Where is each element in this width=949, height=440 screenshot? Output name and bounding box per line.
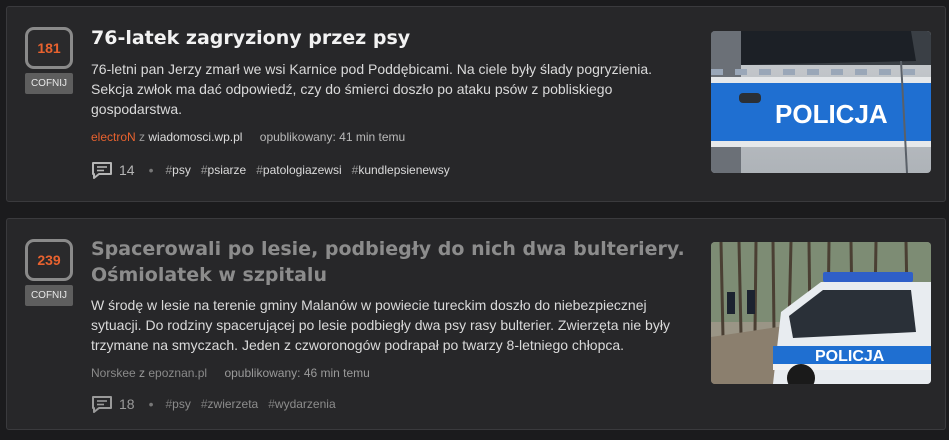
source-prefix: z xyxy=(139,366,146,380)
police-car-image: POLICJA xyxy=(711,31,931,173)
entry-description: W środę w lesie na terenie gminy Malanów… xyxy=(91,297,670,353)
svg-text:POLICJA: POLICJA xyxy=(815,348,885,365)
entry-actions: 14 • #psy #psiarze #patologiazewsi #kund… xyxy=(91,161,691,179)
vote-box: 239 COFNIJ xyxy=(25,239,73,306)
entry-content: Spacerowali po lesie, podbiegły do nich … xyxy=(91,236,691,413)
undo-vote-button[interactable]: COFNIJ xyxy=(25,285,73,306)
separator-dot: • xyxy=(148,162,154,178)
tag-link[interactable]: #wydarzenia xyxy=(268,397,335,411)
tag-link[interactable]: #psy xyxy=(165,397,190,411)
tag-link[interactable]: #psy xyxy=(165,163,190,177)
published-time: opublikowany: 46 min temu xyxy=(224,366,370,380)
entry-actions: 18 • #psy #zwierzeta #wydarzenia xyxy=(91,395,691,413)
tag-link[interactable]: #psiarze xyxy=(201,163,246,177)
published-time: opublikowany: 41 min temu xyxy=(259,130,406,144)
tag-link[interactable]: #kundlepsienewsy xyxy=(352,163,450,177)
author-link[interactable]: electroN xyxy=(91,130,136,144)
source-prefix: z xyxy=(139,130,146,144)
comments-count: 18 xyxy=(119,396,135,412)
tag-link[interactable]: #patologiazewsi xyxy=(256,163,341,177)
svg-text:POLICJA: POLICJA xyxy=(775,99,888,129)
comment-icon xyxy=(92,396,112,413)
entry-title[interactable]: 76-latek zagryziony przez psy xyxy=(91,25,691,51)
comments-count: 14 xyxy=(119,162,135,178)
source-link[interactable]: wiadomosci.wp.pl xyxy=(148,130,242,144)
entry-title[interactable]: Spacerowali po lesie, podbiegły do nich … xyxy=(91,236,691,288)
comment-icon xyxy=(92,162,112,179)
link-entry: 181 COFNIJ 76-latek zagryziony przez psy… xyxy=(6,6,946,202)
link-entry: 239 COFNIJ Spacerowali po lesie, podbieg… xyxy=(6,218,946,430)
vote-count[interactable]: 239 xyxy=(25,239,73,281)
entry-content: 76-latek zagryziony przez psy 76-letni p… xyxy=(91,25,691,179)
source-link[interactable]: epoznan.pl xyxy=(148,366,207,380)
undo-vote-button[interactable]: COFNIJ xyxy=(25,73,73,94)
separator-dot: • xyxy=(148,396,154,412)
entry-meta: electroN z wiadomosci.wp.pl opublikowany… xyxy=(91,129,691,145)
entry-description: 76-letni pan Jerzy zmarł we wsi Karnice … xyxy=(91,61,653,117)
police-car-forest-image: POLICJA xyxy=(711,242,931,384)
author-link[interactable]: Norskee xyxy=(91,366,136,380)
comments-button[interactable]: 18 xyxy=(91,395,135,413)
vote-count[interactable]: 181 xyxy=(25,27,73,69)
entry-thumbnail[interactable]: POLICJA xyxy=(711,31,931,173)
comments-button[interactable]: 14 xyxy=(91,161,135,179)
entry-thumbnail[interactable]: POLICJA xyxy=(711,242,931,384)
tag-link[interactable]: #zwierzeta xyxy=(201,397,258,411)
entry-meta: Norskee z epoznan.pl opublikowany: 46 mi… xyxy=(91,365,691,381)
vote-box: 181 COFNIJ xyxy=(25,27,73,94)
